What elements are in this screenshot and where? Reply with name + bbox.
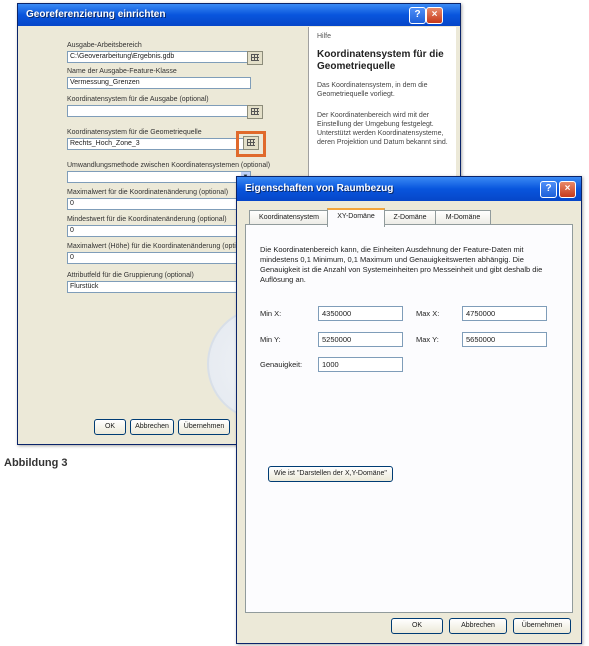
field-label-geometry-coordsys: Koordinatensystem für die Geometriequell…: [67, 129, 202, 136]
tool-dialog-title: Georeferenzierung einrichten: [26, 9, 166, 20]
min-change-input[interactable]: 0: [67, 225, 251, 237]
field-label-output-name: Name der Ausgabe-Feature-Klasse: [67, 68, 177, 75]
field-label-transformation: Umwandlungsmethode zwischen Koordinatens…: [67, 162, 271, 169]
tab-xy-domain[interactable]: XY-Domäne: [327, 208, 385, 227]
max-y-input[interactable]: 5650000: [462, 332, 547, 347]
field-label-group-field: Attributfeld für die Gruppierung (option…: [67, 272, 194, 279]
browse-folder-icon[interactable]: [247, 51, 263, 65]
output-workspace-input[interactable]: C:\Geoverarbeitung\Ergebnis.gdb: [67, 51, 251, 63]
min-x-label: Min X:: [260, 309, 282, 318]
ok-button[interactable]: OK: [94, 419, 126, 435]
help-paragraph-2: Der Koordinatenbereich wird mit der Eins…: [317, 112, 448, 146]
spatial-reference-body: Koordinatensystem XY-Domäne Z-Domäne M-D…: [241, 202, 577, 639]
apply-button[interactable]: Übernehmen: [513, 618, 571, 634]
min-y-input[interactable]: 5250000: [318, 332, 403, 347]
output-coordsys-input[interactable]: [67, 105, 251, 117]
xy-domain-description: Die Koordinatenbereich kann, die Einheit…: [260, 245, 543, 284]
max-x-label: Max X:: [416, 309, 440, 318]
min-y-label: Min Y:: [260, 335, 281, 344]
field-label-min-change: Mindestwert für die Koordinatenänderung …: [67, 216, 227, 223]
help-title-button[interactable]: ?: [540, 181, 557, 198]
tool-dialog-titlebar[interactable]: Georeferenzierung einrichten ? ×: [18, 4, 460, 26]
help-title: Koordinatensystem für die Geometriequell…: [317, 49, 444, 72]
cancel-button[interactable]: Abbrechen: [130, 419, 174, 435]
geometry-coordsys-input[interactable]: Rechts_Hoch_Zone_3: [67, 138, 251, 150]
tab-z-domain[interactable]: Z-Domäne: [383, 210, 437, 225]
figure-caption: Abbildung 3: [4, 457, 68, 469]
field-label-max-change: Maximalwert für die Koordinatenänderung …: [67, 189, 229, 196]
spatial-reference-window: Eigenschaften von Raumbezug ? × Koordina…: [236, 176, 582, 644]
precision-label: Genauigkeit:: [260, 360, 303, 369]
group-field-dropdown[interactable]: Flurstück ▼: [67, 281, 251, 293]
help-panel-header[interactable]: Hilfe: [317, 33, 331, 40]
field-label-max-z-change: Maximalwert (Höhe) für die Koordinatenän…: [67, 243, 252, 250]
max-x-input[interactable]: 4750000: [462, 306, 547, 321]
tab-m-domain[interactable]: M-Domäne: [435, 210, 491, 225]
cancel-button[interactable]: Abbrechen: [449, 618, 507, 634]
tab-coordinate-system[interactable]: Koordinatensystem: [249, 210, 329, 225]
ok-button[interactable]: OK: [391, 618, 443, 634]
spatial-reference-properties-icon[interactable]: [243, 136, 259, 150]
field-label-output-coordsys: Koordinatensystem für die Ausgabe (optio…: [67, 96, 209, 103]
transformation-dropdown[interactable]: ▼: [67, 171, 251, 183]
help-title-button[interactable]: ?: [409, 7, 426, 24]
spatial-reference-titlebar[interactable]: Eigenschaften von Raumbezug ? ×: [237, 177, 581, 201]
max-y-label: Max Y:: [416, 335, 439, 344]
coordsys-properties-icon[interactable]: [247, 105, 263, 119]
max-change-input[interactable]: 0: [67, 198, 251, 210]
close-icon[interactable]: ×: [559, 181, 576, 198]
spatial-reference-title: Eigenschaften von Raumbezug: [245, 183, 394, 194]
about-xy-domain-button[interactable]: Wie ist "Darstellen der X,Y-Domäne": [268, 466, 393, 482]
close-icon[interactable]: ×: [426, 7, 443, 24]
precision-input[interactable]: 1000: [318, 357, 403, 372]
group-field-value: Flurstück: [70, 283, 99, 290]
tab-strip: Koordinatensystem XY-Domäne Z-Domäne M-D…: [245, 208, 573, 227]
min-x-input[interactable]: 4350000: [318, 306, 403, 321]
output-name-input[interactable]: Vermessung_Grenzen: [67, 77, 251, 89]
apply-button[interactable]: Übernehmen: [178, 419, 230, 435]
max-z-change-input[interactable]: 0: [67, 252, 251, 264]
xy-domain-panel: Die Koordinatenbereich kann, die Einheit…: [245, 224, 573, 613]
help-paragraph-1: Das Koordinatensystem, in dem die Geomet…: [317, 82, 428, 98]
field-label-output-workspace: Ausgabe-Arbeitsbereich: [67, 42, 142, 49]
